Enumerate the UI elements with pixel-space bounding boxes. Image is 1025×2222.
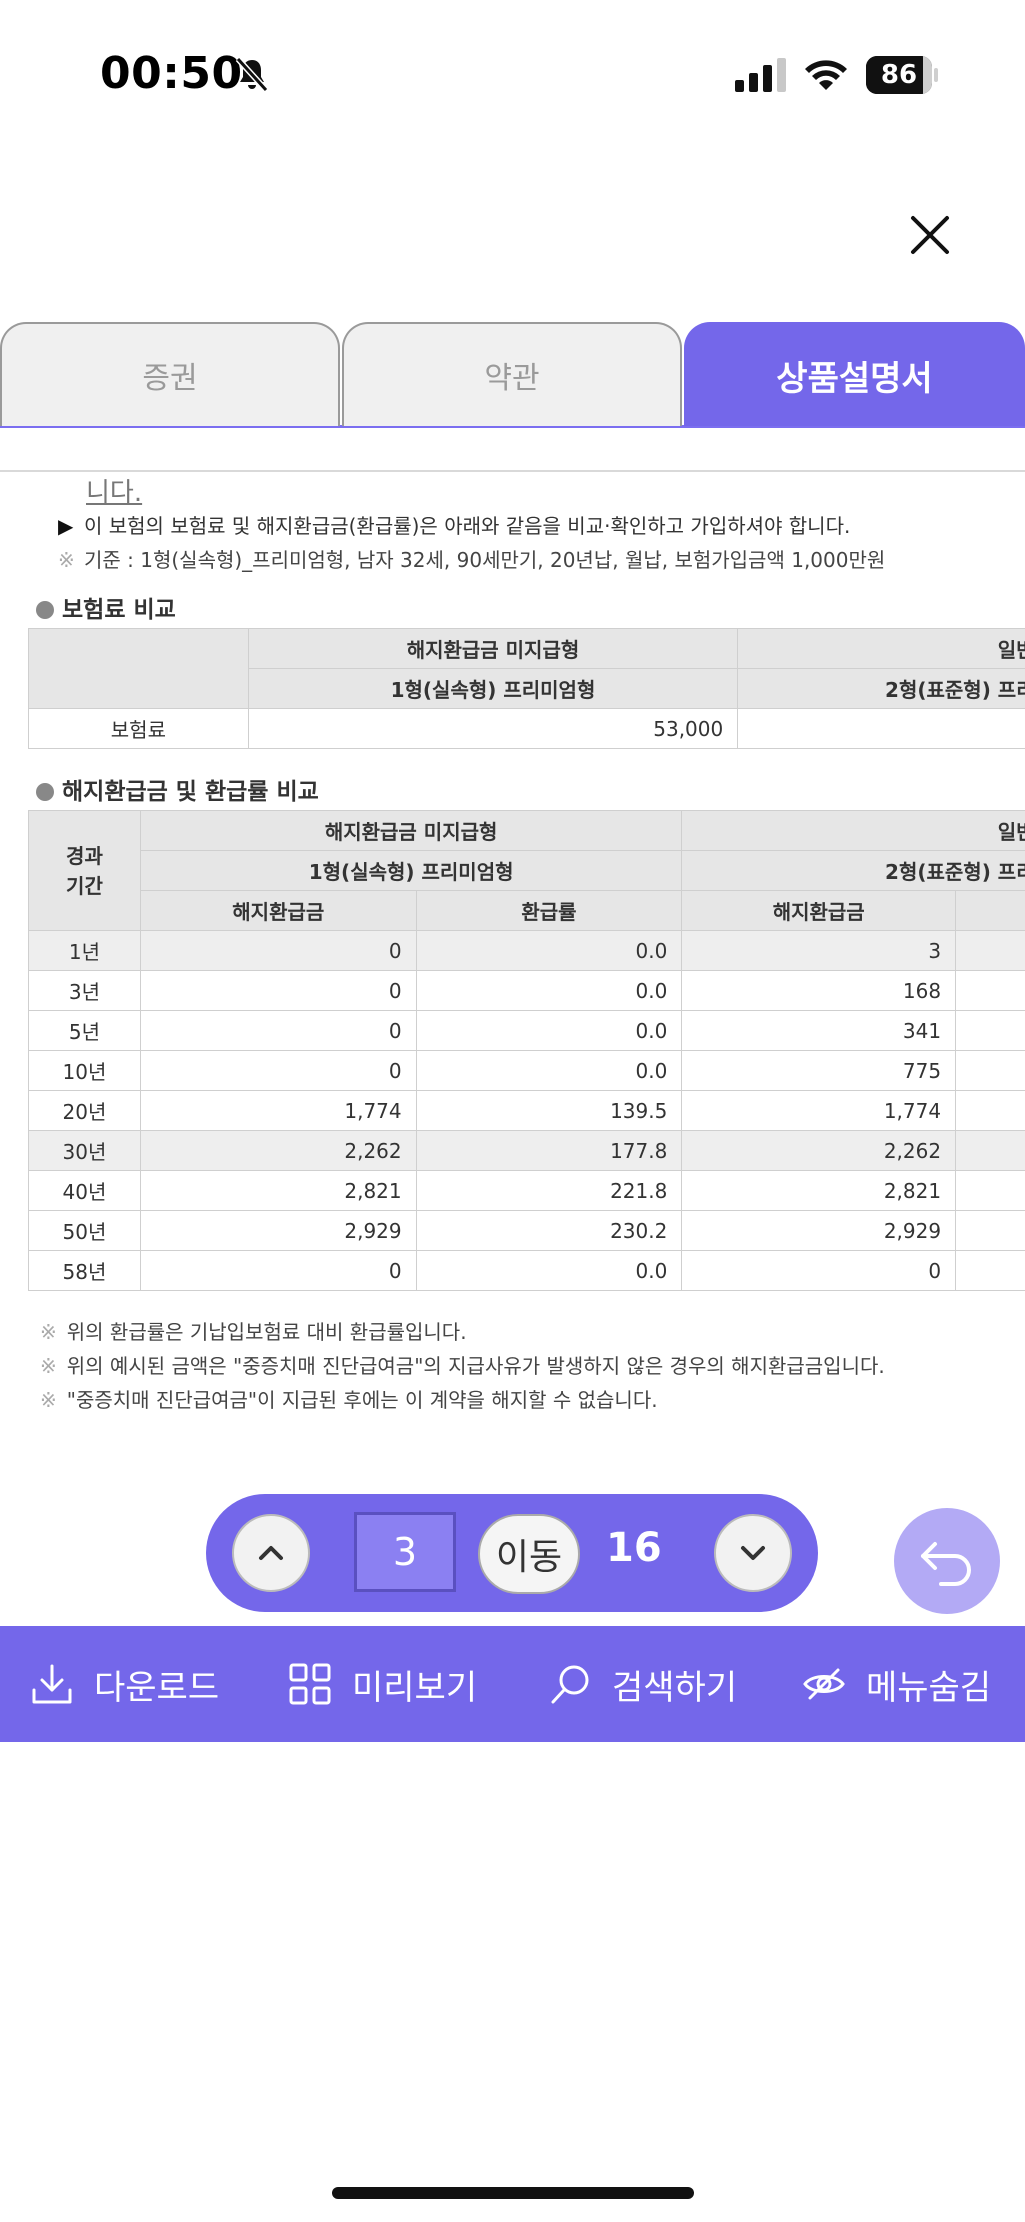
download-label: 다운로드 bbox=[94, 1667, 220, 1708]
table-header: 환급률 bbox=[415, 890, 683, 931]
chevron-down-icon bbox=[741, 1546, 765, 1560]
note-line: ※ 기준 : 1형(실속형)_프리미엄형, 남자 32세, 90세만기, 20년납… bbox=[58, 548, 886, 572]
table-header: 해지환급금 bbox=[681, 890, 957, 931]
divider bbox=[0, 470, 1025, 472]
preview-button[interactable]: 미리보기 bbox=[288, 1626, 477, 1742]
search-icon bbox=[551, 1665, 589, 1704]
table-header-period: 경과 기간 bbox=[28, 810, 141, 931]
footnote: ※ 위의 예시된 금액은 "중증치매 진단급여금"의 지급사유가 발생하지 않은 … bbox=[40, 1354, 885, 1378]
preview-label: 미리보기 bbox=[352, 1667, 478, 1708]
table-header: 1형(실속형) 프리미엄형 bbox=[139, 850, 683, 891]
table-row: 5년 0 0.0 341 bbox=[28, 1010, 1025, 1051]
refund-table: 경과기간 해지환급금 미지급형 일반형 1형(실속형) 프리미엄형 2형(표준형… bbox=[28, 810, 1025, 1291]
download-button[interactable]: 다운로드 bbox=[30, 1626, 219, 1742]
table-row: 1년 0 0.0 3 bbox=[28, 930, 1025, 971]
section-title-refund: 해지환급금 및 환급률 비교 bbox=[36, 772, 319, 806]
next-page-button[interactable] bbox=[714, 1514, 792, 1592]
bell-muted-icon bbox=[235, 56, 269, 93]
page-navigator: 3 이동 16 bbox=[206, 1494, 818, 1612]
table-row: 50년 2,929 230.2 2,929 bbox=[28, 1210, 1025, 1251]
table-header-empty bbox=[28, 628, 249, 709]
table-row: 58년 0 0.0 0 bbox=[28, 1250, 1025, 1291]
bottom-menu-bar: 다운로드 미리보기 검색하기 메뉴숨김 bbox=[0, 1626, 1025, 1742]
search-label: 검색하기 bbox=[612, 1667, 738, 1708]
table-row: 20년 1,774 139.5 1,774 bbox=[28, 1090, 1025, 1131]
close-icon[interactable] bbox=[905, 210, 955, 260]
page-number-input[interactable]: 3 bbox=[354, 1512, 456, 1592]
search-button[interactable]: 검색하기 bbox=[548, 1626, 737, 1742]
footnote: ※ "중증치매 진단급여금"이 지급된 후에는 이 계약을 해지할 수 없습니다. bbox=[40, 1388, 658, 1412]
tab-certificate[interactable]: 증권 bbox=[0, 322, 340, 426]
table-header: 해지환급금 미지급형 bbox=[139, 810, 683, 851]
battery-level: 86 bbox=[880, 60, 918, 90]
document-viewer[interactable]: 니다. ▶ 이 보험의 보험료 및 해지환급금(환급률)은 아래와 같음을 비교·… bbox=[0, 430, 1025, 1590]
table-cell bbox=[737, 708, 1025, 749]
section-title-premium: 보험료 비교 bbox=[36, 590, 176, 624]
table-header: 일반형 bbox=[737, 628, 1025, 669]
table-cell: 보험료 bbox=[28, 708, 249, 749]
download-icon bbox=[32, 1664, 72, 1704]
grid-icon bbox=[289, 1663, 331, 1705]
table-cell: 53,000 bbox=[247, 708, 739, 749]
footnote: ※ 위의 환급률은 기납입보험료 대비 환급률입니다. bbox=[40, 1320, 467, 1344]
status-time: 00:50 bbox=[100, 48, 243, 99]
table-row: 3년 0 0.0 168 bbox=[28, 970, 1025, 1011]
tab-terms[interactable]: 약관 bbox=[342, 322, 682, 426]
back-button[interactable] bbox=[894, 1508, 1000, 1614]
note-line: ▶ 이 보험의 보험료 및 해지환급금(환급률)은 아래와 같음을 비교·확인하고… bbox=[58, 514, 851, 538]
table-header: 2형(표준형) 프리미 bbox=[737, 668, 1025, 709]
table-header: 해지환급금 bbox=[139, 890, 417, 931]
hide-menu-label: 메뉴숨김 bbox=[866, 1667, 992, 1708]
previous-page-button[interactable] bbox=[232, 1514, 310, 1592]
wifi-icon bbox=[805, 60, 847, 90]
table-header: 1형(실속형) 프리미엄형 bbox=[247, 668, 739, 709]
hide-menu-button[interactable]: 메뉴숨김 bbox=[802, 1626, 991, 1742]
total-pages: 16 bbox=[606, 1525, 662, 1571]
table-header: 해지환급금 미지급형 bbox=[247, 628, 739, 669]
chevron-up-icon bbox=[259, 1546, 283, 1560]
document-tabs: 증권 약관 상품설명서 bbox=[0, 322, 1025, 428]
status-bar: 00:50 86 bbox=[0, 0, 1025, 150]
table-row: 40년 2,821 221.8 2,821 bbox=[28, 1170, 1025, 1211]
table-row: 10년 0 0.0 775 bbox=[28, 1050, 1025, 1091]
table-header-empty bbox=[955, 890, 1025, 931]
table-header: 일반형 bbox=[681, 810, 1025, 851]
text-fragment: 니다. bbox=[86, 478, 143, 508]
tab-product-description[interactable]: 상품설명서 bbox=[684, 322, 1025, 426]
eye-off-icon bbox=[803, 1668, 845, 1700]
table-row: 30년 2,262 177.8 2,262 bbox=[28, 1130, 1025, 1171]
table-header: 2형(표준형) 프리미 bbox=[681, 850, 1025, 891]
return-arrow-icon bbox=[921, 1542, 971, 1586]
home-indicator bbox=[332, 2187, 694, 2199]
battery-indicator: 86 bbox=[866, 56, 938, 94]
signal-icon bbox=[735, 58, 786, 92]
go-to-page-button[interactable]: 이동 bbox=[478, 1514, 580, 1594]
premium-table: 해지환급금 미지급형 일반형 1형(실속형) 프리미엄형 2형(표준형) 프리미… bbox=[28, 628, 1025, 749]
